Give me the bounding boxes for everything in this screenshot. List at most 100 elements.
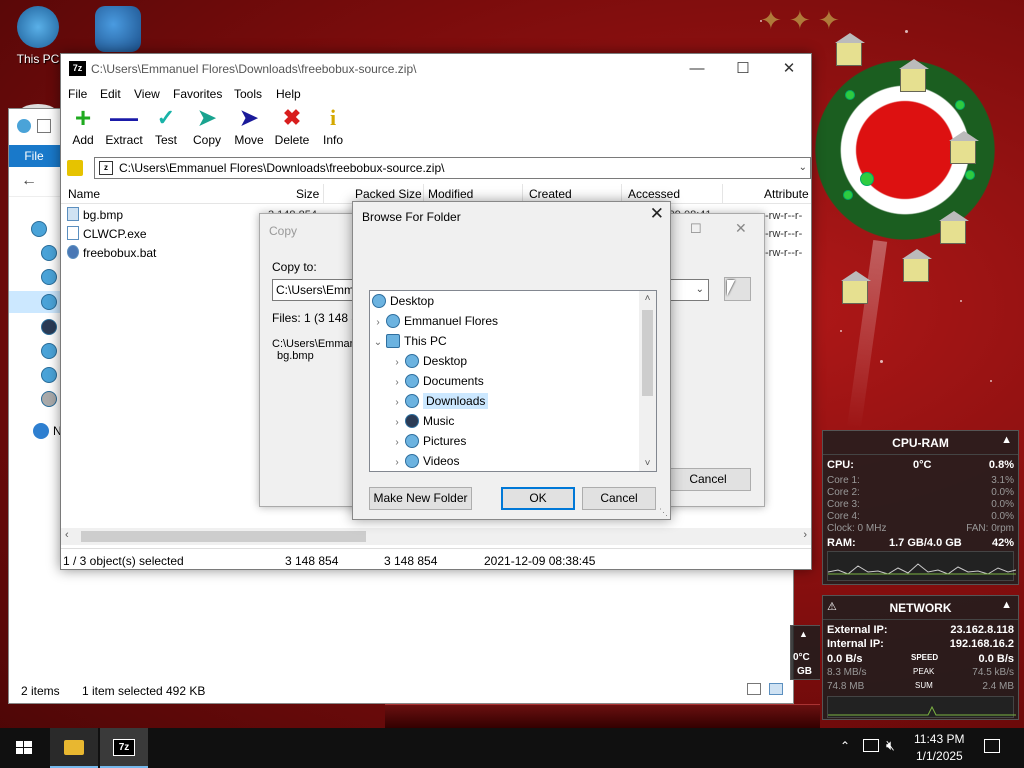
batch-file-icon [67,245,79,259]
tree-item-videos[interactable]: › Videos [391,451,459,471]
resize-grip[interactable]: ⋱ [659,507,668,518]
network-status-icon[interactable] [863,739,879,752]
column-packed-size[interactable]: Packed Size [355,187,422,201]
show-hidden-icons-icon[interactable]: ⌃ [840,739,850,753]
delete-button[interactable]: ✖ Delete [270,106,314,152]
cpu-percent: 0.8% [988,459,1014,471]
menu-favorites[interactable]: Favorites [173,87,222,101]
explorer-file-tab[interactable]: File [9,145,59,167]
chevron-right-icon[interactable]: › [391,433,403,453]
partial-gadget-arrow-icon[interactable]: ▲ [799,629,808,639]
scroll-up-icon[interactable]: ˄ [639,293,656,304]
menu-view[interactable]: View [134,87,160,101]
chevron-right-icon[interactable]: › [391,353,403,373]
address-field[interactable]: z C:\Users\Emmanuel Flores\Downloads\fre… [94,157,811,179]
copy-button[interactable]: ➤ Copy [185,106,229,152]
make-new-folder-button[interactable]: Make New Folder [369,487,472,510]
scroll-down-icon[interactable]: ˅ [639,458,656,469]
taskbar-7zip[interactable]: 7z [100,728,148,768]
menu-edit[interactable]: Edit [100,87,121,101]
chevron-right-icon[interactable]: › [372,313,384,333]
download-peak: 8.3 MB/s [827,667,867,678]
scroll-thumb[interactable] [642,310,653,396]
scroll-left-icon[interactable]: ‹ [65,529,69,541]
clock-date[interactable]: 1/1/2025 [916,749,963,763]
chevron-down-icon[interactable]: ⌄ [372,333,384,353]
column-accessed[interactable]: Accessed [628,187,680,201]
tree-item-pictures[interactable]: › Pictures [391,431,466,451]
notifications-icon[interactable] [984,739,1000,753]
info-button[interactable]: i Info [311,106,355,152]
arrow-right-icon: ➤ [239,105,259,130]
file-row[interactable]: bg.bmp [67,207,123,226]
copy-dialog-title: Copy [269,224,298,238]
core-label: Core 4: [827,511,860,522]
folder-up-icon[interactable] [67,160,83,176]
folder-tree[interactable]: Desktop › Emmanuel Flores ⌄ This PC › Deskt… [369,290,657,472]
volume-icon[interactable]: 🔇︎ [886,737,895,754]
file-row[interactable]: freebobux.bat [67,245,156,264]
chevron-right-icon[interactable]: › [391,393,403,413]
chevron-down-icon[interactable]: ⌄ [696,280,704,300]
clock-time[interactable]: 11:43 PM [914,732,964,746]
7zip-window-title: C:\Users\Emmanuel Flores\Downloads\freeb… [91,62,417,76]
copy-maximize-button[interactable]: ☐ [690,221,702,237]
add-button[interactable]: + Add [61,104,105,152]
test-button[interactable]: ✓ Test [144,106,188,152]
column-name[interactable]: Name [68,187,100,201]
chevron-down-icon[interactable]: ⌄ [799,158,807,178]
sidebar-pc-icon[interactable] [31,221,47,237]
tree-item-desktop[interactable]: Desktop [370,291,434,311]
tree-item-label-selected: Downloads [423,393,489,409]
browse-cancel-button[interactable]: Cancel [582,487,656,510]
tree-item-documents[interactable]: › Documents [391,371,484,391]
tree-item-music[interactable]: › Music [391,411,454,431]
chevron-right-icon[interactable]: › [391,453,403,471]
tree-item-downloads[interactable]: › Downloads [391,391,489,413]
sidebar-drive-icon[interactable] [41,245,57,261]
sidebar-disk-icon[interactable] [41,391,57,407]
minimize-button[interactable]: — [674,54,720,84]
gadget-collapse-icon[interactable]: ▲ [1001,599,1012,611]
column-modified[interactable]: Modified [428,187,473,201]
extract-button[interactable]: — Extract [102,104,146,152]
tree-vertical-scrollbar[interactable]: ˄ ˅ [639,291,656,471]
move-button[interactable]: ➤ Move [227,106,271,152]
tree-item-desktop-folder[interactable]: › Desktop [391,351,467,371]
menu-file[interactable]: File [68,87,87,101]
column-size[interactable]: Size [296,187,319,201]
cpu-ram-gadget: CPU-RAM ▲ CPU: 0°C 0.8% Core 1: 3.1% Core… [822,430,1019,585]
tree-item-this-pc[interactable]: ⌄ This PC [372,331,447,351]
sidebar-pictures-icon[interactable] [41,343,57,359]
sidebar-drive-icon[interactable] [41,269,57,285]
file-row[interactable]: CLWCP.exe [67,226,147,245]
messenger-icon[interactable] [95,6,141,52]
menu-tools[interactable]: Tools [234,87,262,101]
tree-item-user[interactable]: › Emmanuel Flores [372,311,498,331]
sidebar-downloads-icon[interactable] [41,294,57,310]
chevron-right-icon[interactable]: › [391,413,403,433]
network-graph-line [828,705,1016,716]
gadget-collapse-icon[interactable]: ▲ [1001,434,1012,446]
scroll-thumb[interactable] [81,531,366,542]
copy-close-button[interactable]: ✕ [735,220,747,237]
start-button[interactable] [0,728,48,768]
copy-cancel-button[interactable]: Cancel [665,468,751,491]
horizontal-scrollbar[interactable]: ‹ › [61,528,811,545]
column-created[interactable]: Created [529,187,572,201]
sidebar-videos-icon[interactable] [41,367,57,383]
tree-item-label: Desktop [390,294,435,308]
details-view-icon[interactable] [747,683,761,695]
chevron-right-icon[interactable]: › [391,373,403,393]
ok-button[interactable]: OK [501,487,575,510]
tiles-view-icon[interactable] [769,683,783,695]
maximize-button[interactable]: ☐ [720,54,766,84]
sidebar-music-icon[interactable] [41,319,57,335]
scroll-right-icon[interactable]: › [803,529,807,541]
back-arrow-icon[interactable]: ← [21,172,37,190]
close-button[interactable]: ✕ [766,54,812,84]
menu-help[interactable]: Help [276,87,301,101]
browse-close-button[interactable]: ✕ [650,204,664,224]
taskbar-file-explorer[interactable] [50,728,98,768]
column-attribute[interactable]: Attribute [764,187,809,201]
